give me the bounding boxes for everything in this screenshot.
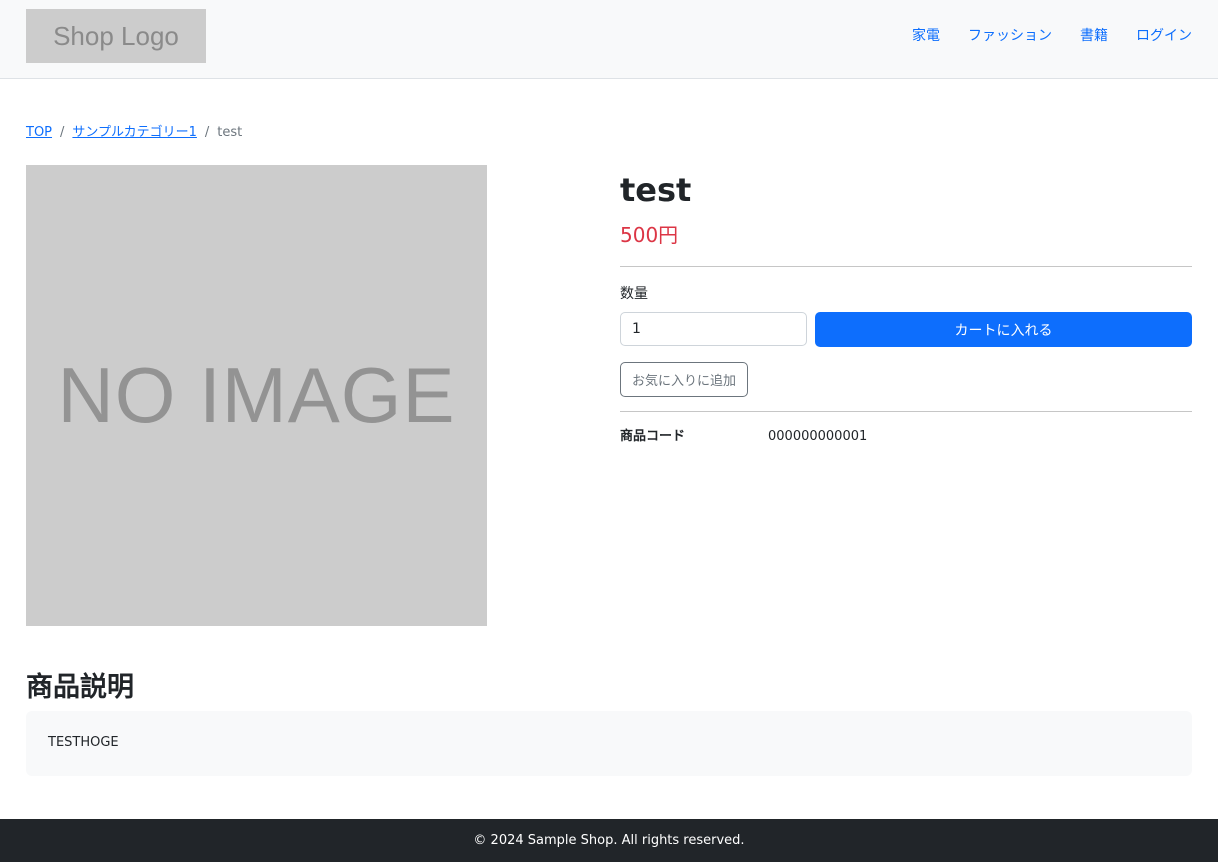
footer-copyright: © 2024 Sample Shop. All rights reserved. [473, 833, 745, 848]
nav-link-books[interactable]: 書籍 [1080, 26, 1108, 46]
spec-row-product-code: 商品コード 000000000001 [620, 428, 1192, 446]
divider [620, 411, 1192, 412]
description-box: TESTHOGE [26, 711, 1192, 776]
quantity-label: 数量 [620, 286, 648, 302]
spec-value: 000000000001 [768, 429, 868, 444]
main-nav: 家電 ファッション 書籍 ログイン [912, 26, 1192, 46]
product-title: test [620, 171, 692, 209]
breadcrumb: TOP / サンプルカテゴリー1 / test [26, 124, 242, 142]
add-to-cart-button[interactable]: カートに入れる [815, 312, 1192, 347]
breadcrumb-separator: / [60, 125, 65, 140]
product-image: NO IMAGE [26, 165, 487, 626]
description-heading: 商品説明 [26, 672, 134, 703]
nav-link-fashion[interactable]: ファッション [968, 26, 1052, 46]
nav-link-appliances[interactable]: 家電 [912, 26, 940, 46]
divider [620, 266, 1192, 267]
add-to-cart-row: カートに入れる [620, 312, 1192, 347]
breadcrumb-separator: / [204, 125, 210, 140]
site-header: Shop Logo 家電 ファッション 書籍 ログイン [0, 0, 1218, 79]
no-image-placeholder-text: NO IMAGE [57, 351, 456, 439]
site-footer: © 2024 Sample Shop. All rights reserved. [0, 819, 1218, 862]
quantity-input[interactable] [620, 312, 807, 346]
shop-logo[interactable]: Shop Logo [26, 9, 206, 63]
product-details: test 500円 数量 カートに入れる お気に入りに追加 商品コード 0000… [620, 165, 1192, 446]
add-to-favorites-button[interactable]: お気に入りに追加 [620, 362, 749, 397]
breadcrumb-current: test [217, 125, 243, 140]
spec-label: 商品コード [620, 429, 686, 444]
breadcrumb-link-category[interactable]: サンプルカテゴリー1 [72, 124, 197, 142]
product-price: 500円 [620, 223, 679, 247]
nav-link-login[interactable]: ログイン [1136, 26, 1192, 46]
description-text: TESTHOGE [48, 735, 119, 750]
breadcrumb-link-top[interactable]: TOP [26, 124, 52, 142]
